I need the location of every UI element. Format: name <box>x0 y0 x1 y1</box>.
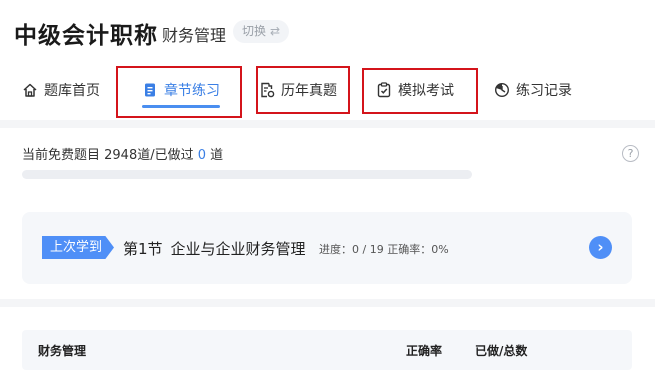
app-header: 中级会计职称 财务管理 切换 ⇄ <box>0 0 655 62</box>
column-done-total: 已做/总数 <box>475 344 528 358</box>
tab-mock-exam[interactable]: 模拟考试 <box>376 75 454 105</box>
switch-subject-button[interactable]: 切换 ⇄ <box>233 20 290 43</box>
chevron-right-icon[interactable]: › <box>589 236 612 259</box>
tab-label: 历年真题 <box>281 83 337 99</box>
last-section-title: 第1节 企业与企业财务管理 <box>123 238 306 259</box>
swap-icon: ⇄ <box>270 24 281 38</box>
tab-bar: 题库首页 章节练习 历年真题 模拟考试 练习记录 <box>0 62 655 120</box>
active-tab-indicator <box>142 105 220 108</box>
column-accuracy: 正确率 <box>406 344 443 358</box>
tab-label: 题库首页 <box>44 83 100 99</box>
app-title: 中级会计职称 <box>14 23 158 49</box>
free-question-info: 当前免费题目 2948道/已做过 0 道 <box>22 144 223 163</box>
progress-bar <box>22 170 472 179</box>
section-divider-bottom <box>0 299 655 307</box>
clock-chart-icon <box>494 82 510 98</box>
checklist-icon <box>376 82 392 98</box>
tab-past-exams[interactable]: 历年真题 <box>259 75 337 105</box>
done-count: 0 <box>197 148 207 163</box>
document-icon <box>142 82 158 98</box>
home-icon <box>22 82 38 98</box>
last-study-card[interactable]: 上次学到 第1节 企业与企业财务管理 进度：0 / 19 正确率：0% › <box>22 212 632 284</box>
tab-chapter-practice[interactable]: 章节练习 <box>142 75 220 105</box>
tab-label: 模拟考试 <box>398 83 454 99</box>
last-study-stats: 进度：0 / 19 正确率：0% <box>319 243 449 256</box>
tab-label: 章节练习 <box>164 83 220 99</box>
tab-home[interactable]: 题库首页 <box>22 75 100 105</box>
paper-settings-icon <box>259 82 275 98</box>
section-divider <box>0 120 655 128</box>
tab-practice-records[interactable]: 练习记录 <box>494 75 572 105</box>
free-info-suffix: 道 <box>206 148 224 163</box>
help-icon[interactable]: ? <box>622 145 639 162</box>
section-number: 第1节 <box>123 240 163 258</box>
tab-label: 练习记录 <box>516 83 572 99</box>
last-study-tag: 上次学到 <box>42 236 115 259</box>
column-name: 财务管理 <box>38 344 87 358</box>
section-title: 企业与企业财务管理 <box>170 240 306 258</box>
chapter-list-header: 财务管理 正确率 已做/总数 <box>22 330 632 370</box>
subject-name: 财务管理 <box>162 26 227 45</box>
switch-label: 切换 <box>242 24 267 38</box>
free-info-prefix: 当前免费题目 2948道/已做过 <box>22 148 198 163</box>
